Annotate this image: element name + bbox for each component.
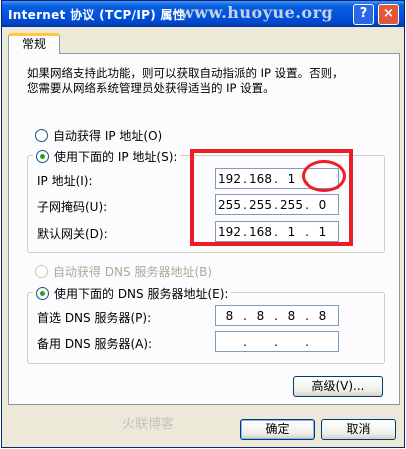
dns-auto-radio-row[interactable]: 自动获得 DNS 服务器地址(B): [35, 263, 212, 280]
ip-manual-label: 使用下面的 IP 地址(S):: [54, 150, 178, 164]
octet-dot: .: [243, 334, 247, 349]
octet-dot: .: [305, 334, 309, 349]
ok-button[interactable]: 确定: [240, 419, 315, 440]
preferred-dns-label: 首选 DNS 服务器(P):: [37, 311, 152, 325]
dns-settings-group: [27, 292, 385, 364]
watermark-text: www.huoyue.org: [180, 3, 334, 22]
highlight-ellipse: [302, 160, 346, 192]
subnet-mask-label: 子网掩码(U):: [37, 200, 108, 214]
help-button[interactable]: ?: [353, 4, 374, 25]
ip-auto-radio[interactable]: [35, 129, 48, 142]
octet-dot: .: [274, 334, 278, 349]
dns-manual-radio[interactable]: [36, 287, 49, 300]
preferred-dns-input[interactable]: 8. 8. 8. 8: [215, 305, 339, 326]
advanced-button[interactable]: 高级(V)...: [293, 376, 383, 397]
description-line-1: 如果网络支持此功能，则可以获取自动指派的 IP 设置。否则，: [27, 66, 344, 80]
window-title: Internet 协议 (TCP/IP) 属性: [8, 8, 186, 22]
pdns-octet-2: 8: [256, 308, 265, 323]
close-button[interactable]: ×: [378, 4, 399, 25]
pdns-octet-1: 8: [225, 308, 234, 323]
alternate-dns-input[interactable]: . . .: [215, 331, 339, 352]
dns-auto-label: 自动获得 DNS 服务器地址(B): [53, 265, 213, 279]
description-line-2: 您需要从网络系统管理员处获得适当的 IP 设置。: [27, 81, 275, 95]
cancel-button[interactable]: 取消: [321, 419, 396, 440]
pdns-octet-3: 8: [287, 308, 296, 323]
dns-manual-radio-row[interactable]: 使用下面的 DNS 服务器地址(E):: [33, 285, 232, 302]
tab-general[interactable]: 常规: [8, 33, 60, 54]
title-bar[interactable]: Internet 协议 (TCP/IP) 属性 www.huoyue.org ?…: [2, 1, 404, 27]
pdns-octet-4: 8: [318, 308, 327, 323]
ip-auto-label: 自动获得 IP 地址(O): [53, 129, 163, 143]
ip-auto-radio-row[interactable]: 自动获得 IP 地址(O): [35, 127, 162, 144]
description-text: 如果网络支持此功能，则可以获取自动指派的 IP 设置。否则， 您需要从网络系统管…: [27, 66, 387, 96]
ip-manual-radio-row[interactable]: 使用下面的 IP 地址(S):: [33, 148, 181, 165]
alternate-dns-label: 备用 DNS 服务器(A):: [37, 337, 153, 351]
bottom-watermark: 火联博客: [122, 417, 175, 432]
ip-address-label: IP 地址(I):: [37, 174, 93, 188]
ip-manual-radio[interactable]: [36, 150, 49, 163]
dns-auto-radio[interactable]: [35, 265, 48, 278]
default-gateway-label: 默认网关(D):: [37, 227, 108, 241]
dns-manual-label: 使用下面的 DNS 服务器地址(E):: [54, 287, 229, 301]
